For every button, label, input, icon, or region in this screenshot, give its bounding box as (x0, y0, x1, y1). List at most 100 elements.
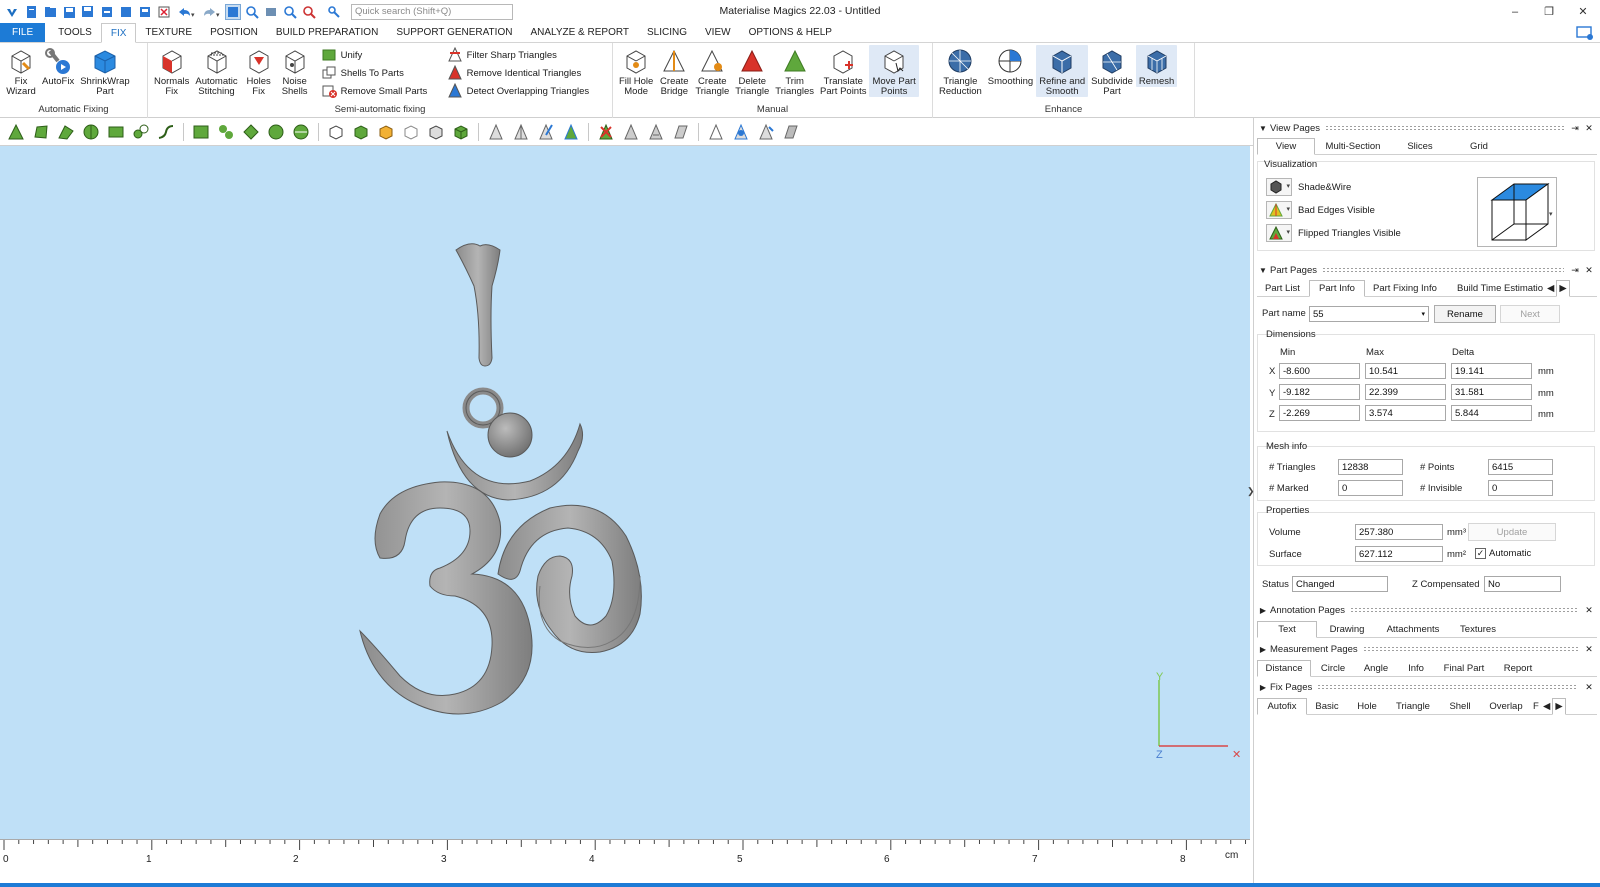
dim-x-max[interactable]: 10.541 (1365, 363, 1446, 379)
view-pages-header[interactable]: ▼ View Pages ⇥ ✕ (1256, 120, 1596, 136)
invisible-count[interactable]: 0 (1488, 480, 1553, 496)
zoom-reset-icon[interactable] (301, 4, 317, 20)
redo-icon[interactable]: ▾ (200, 4, 222, 20)
tab-position[interactable]: POSITION (201, 23, 267, 42)
mark-part-icon[interactable] (351, 122, 371, 142)
smoothing-button[interactable]: Smoothing (985, 45, 1036, 87)
mark-surface-icon[interactable] (56, 122, 76, 142)
close-icon[interactable]: ✕ (1582, 265, 1596, 276)
create-triangle-button[interactable]: Create Triangle (692, 45, 732, 97)
tab-drawing[interactable]: Drawing (1317, 621, 1377, 637)
fix-wizard-button[interactable]: Fix Wizard (3, 45, 39, 97)
tab-view[interactable]: VIEW (696, 23, 740, 42)
load-icon[interactable] (118, 4, 134, 20)
trim-triangles-button[interactable]: Trim Triangles (772, 45, 817, 97)
fix-pages-header[interactable]: ▶ Fix Pages ✕ (1256, 679, 1596, 695)
flipped-triangles-row[interactable]: Flipped Triangles Visible (1266, 223, 1401, 243)
dim-y-min[interactable]: -9.182 (1279, 384, 1360, 400)
volume-value[interactable]: 257.380 (1355, 524, 1443, 540)
unify-button[interactable]: Unify (321, 47, 439, 63)
shell-icon[interactable] (671, 122, 691, 142)
mark-sphere-icon[interactable] (266, 122, 286, 142)
view-cube[interactable]: ▾ (1477, 177, 1557, 247)
normals-fix-button[interactable]: Normals Fix (151, 45, 192, 97)
autofix-button[interactable]: AutoFix (39, 45, 77, 87)
mark-noise-icon[interactable] (451, 122, 471, 142)
remesh-button[interactable]: Remesh (1135, 45, 1178, 87)
close-icon[interactable]: ✕ (1582, 123, 1596, 134)
shade-wire-row[interactable]: Shade&Wire (1266, 177, 1351, 197)
dim-z-delta[interactable]: 5.844 (1451, 405, 1532, 421)
triangle-tool-1-icon[interactable] (486, 122, 506, 142)
tab-texture[interactable]: TEXTURE (136, 23, 201, 42)
save-all-icon[interactable] (80, 4, 96, 20)
pin-icon[interactable]: ⇥ (1568, 265, 1582, 276)
dim-x-delta[interactable]: 19.141 (1451, 363, 1532, 379)
maximize-button[interactable]: ❐ (1532, 0, 1566, 23)
tab-scroll-left-icon[interactable]: ◀ (1541, 698, 1552, 714)
bad-edges-row[interactable]: Bad Edges Visible (1266, 200, 1375, 220)
tab-autofix[interactable]: Autofix (1257, 698, 1307, 715)
mark-wave-icon[interactable] (241, 122, 261, 142)
subdivide-part-button[interactable]: Subdivide Part (1088, 45, 1136, 97)
panel-splitter-icon[interactable]: ❯ (1247, 486, 1255, 497)
tab-overlap[interactable]: Overlap (1481, 698, 1531, 714)
edit-triangle-icon[interactable] (756, 122, 776, 142)
tab-textures[interactable]: Textures (1449, 621, 1507, 637)
refine-and-smooth-button[interactable]: Refine and Smooth (1036, 45, 1089, 97)
tab-report[interactable]: Report (1493, 660, 1543, 676)
shade-wire-icon[interactable] (1266, 178, 1292, 196)
mark-connected-icon[interactable] (216, 122, 236, 142)
planar-hole-icon[interactable] (646, 122, 666, 142)
tab-tools[interactable]: TOOLS (49, 23, 101, 42)
update-button[interactable]: Update (1468, 523, 1556, 541)
tab-file[interactable]: FILE (0, 23, 46, 42)
surface-triangle-icon[interactable] (781, 122, 801, 142)
tab-options-help[interactable]: OPTIONS & HELP (740, 23, 841, 42)
tab-basic[interactable]: Basic (1307, 698, 1347, 714)
tab-support-generation[interactable]: SUPPORT GENERATION (387, 23, 521, 42)
tab-truncated[interactable]: F (1531, 698, 1541, 714)
close-file-icon[interactable] (156, 4, 172, 20)
triangle-tool-3-icon[interactable] (536, 122, 556, 142)
shells-to-parts-button[interactable]: Shells To Parts (321, 65, 439, 81)
flipped-triangle-icon[interactable] (621, 122, 641, 142)
close-icon[interactable]: ✕ (1582, 644, 1596, 655)
tab-part-list[interactable]: Part List (1257, 280, 1309, 296)
tab-scroll-right-icon[interactable]: ▶ (1556, 280, 1570, 297)
shrinkwrap-part-button[interactable]: ShrinkWrap Part (77, 45, 132, 97)
shrink-marking-icon[interactable] (426, 122, 446, 142)
measure-triangle-icon[interactable] (731, 122, 751, 142)
triangles-count[interactable]: 12838 (1338, 459, 1403, 475)
dim-z-max[interactable]: 3.574 (1365, 405, 1446, 421)
points-count[interactable]: 6415 (1488, 459, 1553, 475)
remove-small-parts-button[interactable]: Remove Small Parts (321, 83, 439, 99)
annotation-pages-header[interactable]: ▶ Annotation Pages ✕ (1256, 602, 1596, 618)
move-part-points-button[interactable]: Move Part Points (869, 45, 919, 97)
save-icon[interactable] (61, 4, 77, 20)
expand-icon[interactable]: ▶ (1256, 606, 1270, 615)
tab-shell[interactable]: Shell (1439, 698, 1481, 714)
dim-z-min[interactable]: -2.269 (1279, 405, 1360, 421)
mark-shell-icon[interactable] (81, 122, 101, 142)
tab-part-info[interactable]: Part Info (1309, 280, 1365, 297)
tab-grid[interactable]: Grid (1449, 138, 1509, 154)
mark-line-icon[interactable] (156, 122, 176, 142)
mark-plane-icon[interactable] (31, 122, 51, 142)
tab-scroll-right-icon[interactable]: ▶ (1552, 698, 1566, 715)
tab-analyze-report[interactable]: ANALYZE & REPORT (521, 23, 638, 42)
status-value[interactable]: Changed (1292, 576, 1388, 592)
next-button[interactable]: Next (1500, 305, 1560, 323)
select-icon[interactable] (225, 3, 241, 20)
undo-icon[interactable]: ▾ (175, 4, 197, 20)
translate-part-points-button[interactable]: Translate Part Points (817, 45, 869, 97)
create-bridge-button[interactable]: Create Bridge (656, 45, 692, 97)
mark-triangle-icon[interactable] (6, 122, 26, 142)
tab-part-fixing-info[interactable]: Part Fixing Info (1365, 280, 1449, 296)
tab-distance[interactable]: Distance (1257, 660, 1311, 677)
mark-flat-icon[interactable] (291, 122, 311, 142)
tab-angle[interactable]: Angle (1355, 660, 1397, 676)
zoom-icon[interactable] (282, 4, 298, 20)
automatic-stitching-button[interactable]: Automatic Stitching (192, 45, 240, 97)
remove-identical-triangles-button[interactable]: Remove Identical Triangles (447, 65, 590, 81)
